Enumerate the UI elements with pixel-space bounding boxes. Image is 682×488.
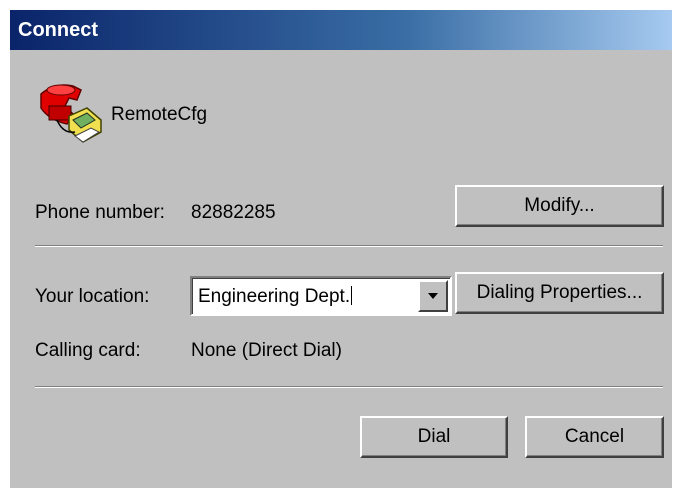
dial-button-label: Dial (417, 426, 451, 447)
dial-button[interactable]: Dial (360, 416, 508, 458)
dialing-properties-button[interactable]: Dialing Properties... (455, 272, 664, 314)
location-dropdown-button[interactable] (418, 280, 448, 312)
cancel-button[interactable]: Cancel (525, 416, 664, 458)
telephone-icon (40, 84, 102, 143)
separator-top (35, 245, 663, 247)
window-title: Connect (18, 19, 98, 41)
calling-card-value: None (Direct Dial) (191, 340, 342, 361)
phone-number-label: Phone number: (35, 202, 165, 223)
modify-button[interactable]: Modify... (455, 185, 664, 227)
location-label: Your location: (35, 286, 150, 307)
phone-number-value: 82882285 (191, 202, 276, 223)
modify-button-label: Modify... (524, 195, 595, 216)
separator-bottom (35, 386, 663, 388)
cancel-button-label: Cancel (564, 426, 625, 447)
connect-dialog: Connect RemoteCfg Phone number: 82882285… (10, 10, 672, 488)
calling-card-label: Calling card: (35, 340, 141, 361)
text-caret (351, 286, 353, 305)
title-bar[interactable]: Connect (10, 10, 672, 50)
connection-name: RemoteCfg (111, 104, 208, 125)
location-select[interactable]: Engineering Dept. (190, 276, 452, 316)
dialing-properties-label: Dialing Properties... (476, 282, 643, 303)
chevron-down-icon (428, 293, 438, 299)
location-value: Engineering Dept. (198, 286, 351, 307)
